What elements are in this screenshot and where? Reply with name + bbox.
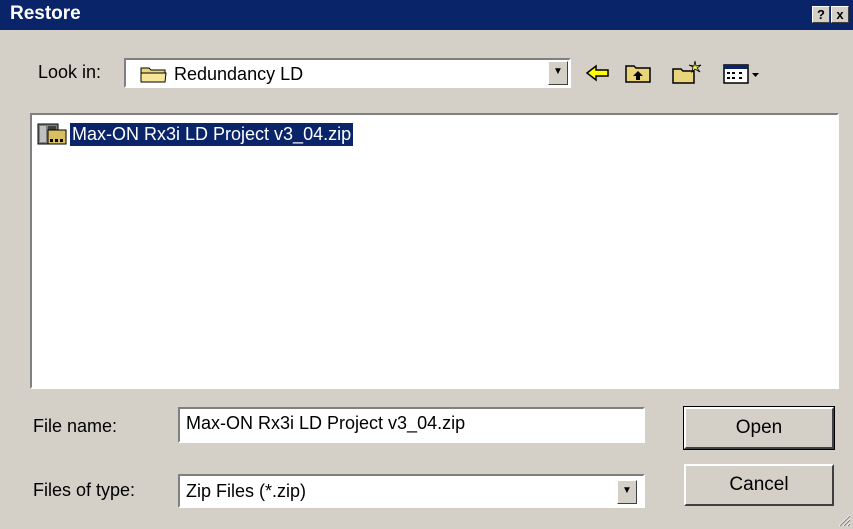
up-one-level-button[interactable] <box>622 58 656 88</box>
window-title: Restore <box>10 3 81 24</box>
files-of-type-value: Zip Files (*.zip) <box>186 481 307 501</box>
new-folder-icon <box>672 60 702 84</box>
file-name-input[interactable]: Max-ON Rx3i LD Project v3_04.zip <box>178 407 645 443</box>
folder-icon <box>140 64 168 89</box>
look-in-value: Redundancy LD <box>174 64 304 84</box>
resize-grip-icon[interactable] <box>837 513 851 527</box>
chevron-down-icon: ▼ <box>622 485 632 496</box>
file-list[interactable]: Max-ON Rx3i LD Project v3_04.zip <box>30 113 839 389</box>
title-bar[interactable]: Restore ? x <box>0 0 853 30</box>
look-in-dropdown[interactable]: Redundancy LD ▼ <box>124 58 571 88</box>
help-button[interactable]: ? <box>812 6 830 23</box>
zip-archive-icon <box>36 120 68 153</box>
file-name-label: File name: <box>33 416 118 436</box>
close-button[interactable]: x <box>831 6 849 23</box>
view-menu-button[interactable] <box>720 58 764 88</box>
up-folder-icon <box>625 65 651 83</box>
file-name-label: Max-ON Rx3i LD Project v3_04.zip <box>68 122 355 147</box>
look-in-label: Look in: <box>38 62 102 82</box>
chevron-down-icon: ▼ <box>553 66 563 77</box>
back-arrow-icon <box>585 64 609 82</box>
view-menu-icon <box>723 64 759 84</box>
files-of-type-label: Files of type: <box>33 480 136 500</box>
back-button[interactable] <box>582 58 616 88</box>
open-button[interactable]: Open <box>683 406 835 450</box>
files-of-type-dropdown[interactable]: Zip Files (*.zip) ▼ <box>178 474 645 508</box>
look-in-dropdown-button[interactable]: ▼ <box>548 61 568 85</box>
create-new-folder-button[interactable] <box>670 58 704 88</box>
cancel-button[interactable]: Cancel <box>684 464 834 506</box>
files-of-type-dropdown-button[interactable]: ▼ <box>617 480 637 504</box>
